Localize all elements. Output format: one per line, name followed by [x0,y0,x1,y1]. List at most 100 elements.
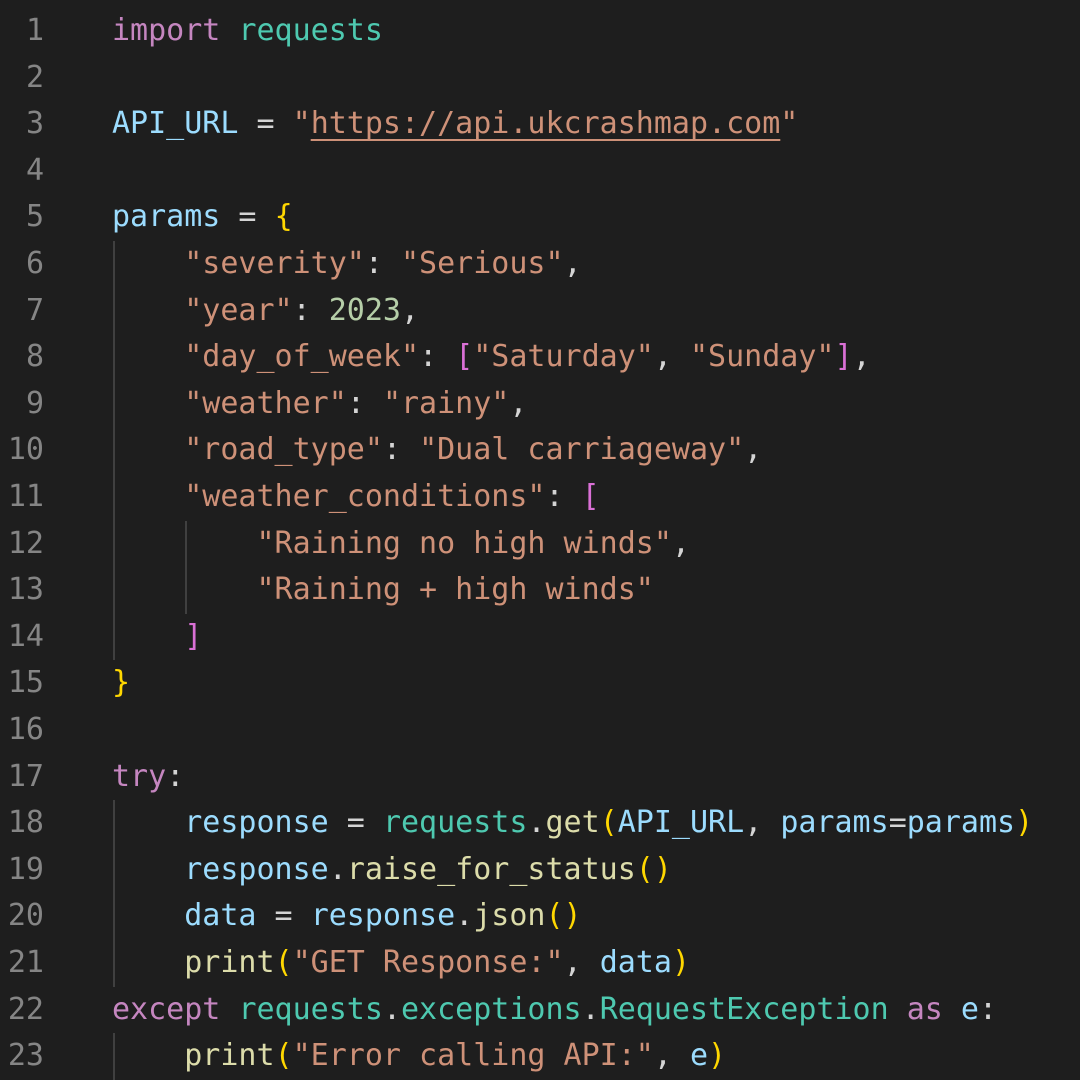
code-token: ( [599,805,618,841]
code-token: [ [455,339,474,375]
code-token: : [364,246,401,281]
code-token: ) [708,1038,727,1074]
code-token: API_URL [112,106,239,142]
code-line[interactable]: 16 [0,707,1080,754]
code-line[interactable]: 8 "day_of_week": ["Saturday", "Sunday"], [0,334,1080,381]
code-line[interactable]: 7 "year": 2023, [0,288,1080,335]
code-text: "Raining no high winds", [112,521,690,568]
code-token: , [744,805,781,841]
code-line[interactable]: 6 "severity": "Serious", [0,241,1080,288]
code-token: : [166,758,185,794]
code-line[interactable]: 3 API_URL = "https://api.ukcrashmap.com" [0,101,1080,148]
code-token: = [256,898,311,934]
code-token: [ [581,479,600,514]
code-token: get [545,805,600,841]
indent-guide [185,520,188,614]
code-token: , [744,432,763,468]
code-token: params [780,805,889,841]
code-token: try [112,758,167,794]
code-token: , [653,1038,690,1074]
code-token: , [401,292,420,328]
code-text: } [112,660,130,707]
code-text: print("GET Response:", data) [112,940,690,987]
code-token: , [563,945,600,980]
code-line[interactable]: 14 ] [0,614,1080,661]
code-token: response [310,898,456,934]
code-token: " [292,106,311,142]
code-token: ] [184,618,203,654]
line-number: 14 [7,618,44,654]
code-token: "weather_conditions" [184,479,546,514]
code-token: "Raining no high winds" [256,525,672,561]
code-token: } [112,665,131,701]
code-line[interactable]: 22 except requests.exceptions.RequestExce… [0,987,1080,1034]
code-editor[interactable]: 1 import requests 2 3 API_URL = "https://api… [0,0,1080,1080]
code-text: "year": 2023, [112,288,419,335]
code-token: () [635,851,672,887]
code-text: data = response.json() [112,893,581,940]
line-number: 21 [7,945,44,980]
code-token: json [473,898,546,934]
code-token: data [184,898,257,934]
code-line[interactable]: 2 [0,55,1080,102]
code-line[interactable]: 13 "Raining + high winds" [0,567,1080,614]
code-token: = [888,805,907,841]
line-number: 11 [7,479,44,514]
code-token: RequestException [599,991,889,1027]
code-token: print [184,945,275,980]
code-token: ] [834,339,853,375]
code-line[interactable]: 5 params = { [0,194,1080,241]
code-line[interactable]: 10 "road_type": "Dual carriageway", [0,427,1080,474]
code-line[interactable]: 4 [0,148,1080,195]
line-number: 13 [7,572,44,608]
code-line[interactable]: 15} [0,660,1080,707]
code-line[interactable]: 23 print("Error calling API:", e) [0,1033,1080,1080]
code-token: . [581,991,600,1027]
code-token: , [653,339,690,375]
code-token: , [563,246,582,281]
code-token: . [328,851,347,887]
line-number: 20 [7,898,44,934]
code-text: params = { [112,194,293,241]
line-number: 4 [25,152,44,188]
url-link[interactable]: https://api.ukcrashmap.com [311,106,781,141]
code-token: "Error calling API:" [292,1038,654,1074]
code-token: " [780,106,799,142]
code-token: "day_of_week" [184,339,420,375]
code-token: requests [382,805,528,841]
code-line[interactable]: 17 try: [0,754,1080,801]
indent-guide [113,800,115,987]
code-token: : [545,479,582,514]
code-token: "severity" [184,246,365,281]
line-number: 19 [7,851,44,887]
code-line[interactable]: 19 response.raise_for_status() [0,847,1080,894]
code-token: data [599,945,672,980]
code-token: "Saturday" [473,339,654,375]
line-number: 23 [7,1038,44,1074]
code-line[interactable]: 9 "weather": "rainy", [0,381,1080,428]
code-line[interactable]: 21 print("GET Response:", data) [0,940,1080,987]
code-text: print("Error calling API:", e) [112,1033,726,1080]
code-line[interactable]: 1 import requests [0,8,1080,55]
code-token: 2023 [328,292,401,328]
code-line[interactable]: 18 response = requests.get(API_URL, para… [0,800,1080,847]
line-number: 1 [25,13,44,48]
code-line[interactable]: 20 data = response.json() [0,893,1080,940]
line-number: 8 [25,339,44,375]
code-text: "severity": "Serious", [112,241,582,288]
code-line[interactable]: 11 "weather_conditions": [ [0,474,1080,521]
indent-guide [113,1033,115,1080]
code-line[interactable]: 12 "Raining no high winds", [0,521,1080,568]
code-token: , [509,385,528,421]
indent-guide [113,241,115,661]
code-token: "GET Response:" [292,945,564,980]
